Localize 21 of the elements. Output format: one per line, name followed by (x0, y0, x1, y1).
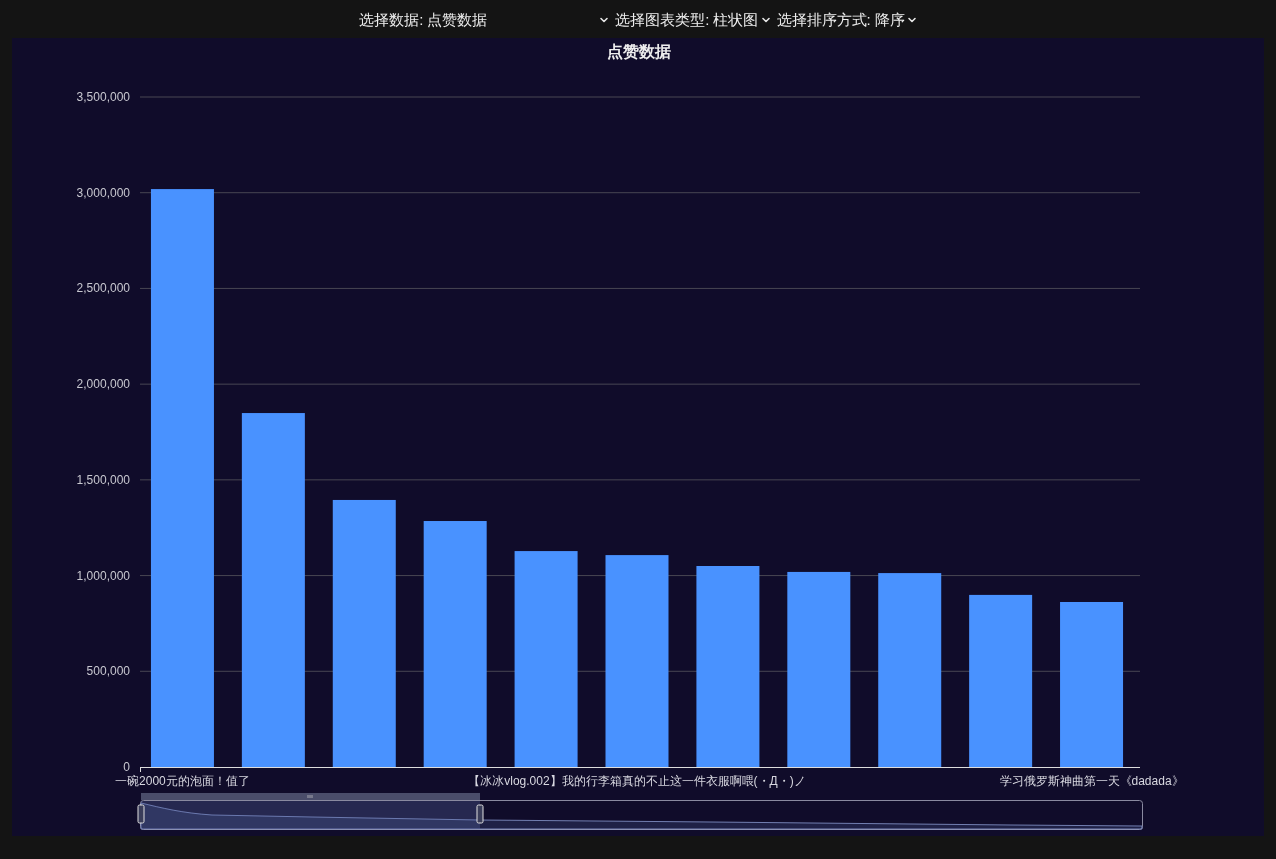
y-axis-label: 2,000,000 (76, 377, 130, 392)
y-axis-label: 1,500,000 (76, 472, 130, 487)
y-axis-label: 3,500,000 (76, 90, 130, 104)
y-axis-label: 1,000,000 (76, 568, 130, 583)
y-axis-label: 3,000,000 (76, 185, 130, 200)
dropdown-select[interactable]: 选择排序方式: 降序 (776, 8, 917, 32)
chevron-down-icon (599, 15, 610, 25)
chevron-down-icon (760, 15, 771, 25)
chart-title: 点赞数据 (607, 43, 671, 60)
x-axis-label: 一碗2000元的泡面！值了 (115, 774, 250, 788)
grip-icon (307, 794, 313, 799)
dropdown-select[interactable]: 选择图表类型: 柱状图 (615, 8, 771, 32)
y-axis-label: 2,500,000 (76, 281, 130, 296)
zoom-handle[interactable] (476, 804, 484, 824)
chevron-down-icon (906, 15, 917, 25)
y-axis-label: 500,000 (86, 664, 130, 679)
dropdown-select[interactable]: 选择数据: 点赞数据 (359, 8, 610, 32)
x-axis-label: 【冰冰vlog.002】我的行李箱真的不止这一件衣服啊喂(・Д・)ノ (468, 774, 806, 788)
zoom-handle[interactable] (137, 804, 145, 824)
y-axis-label: 0 (123, 760, 130, 774)
x-axis-label: 学习俄罗斯神曲第一天《dadada》 (999, 774, 1184, 788)
